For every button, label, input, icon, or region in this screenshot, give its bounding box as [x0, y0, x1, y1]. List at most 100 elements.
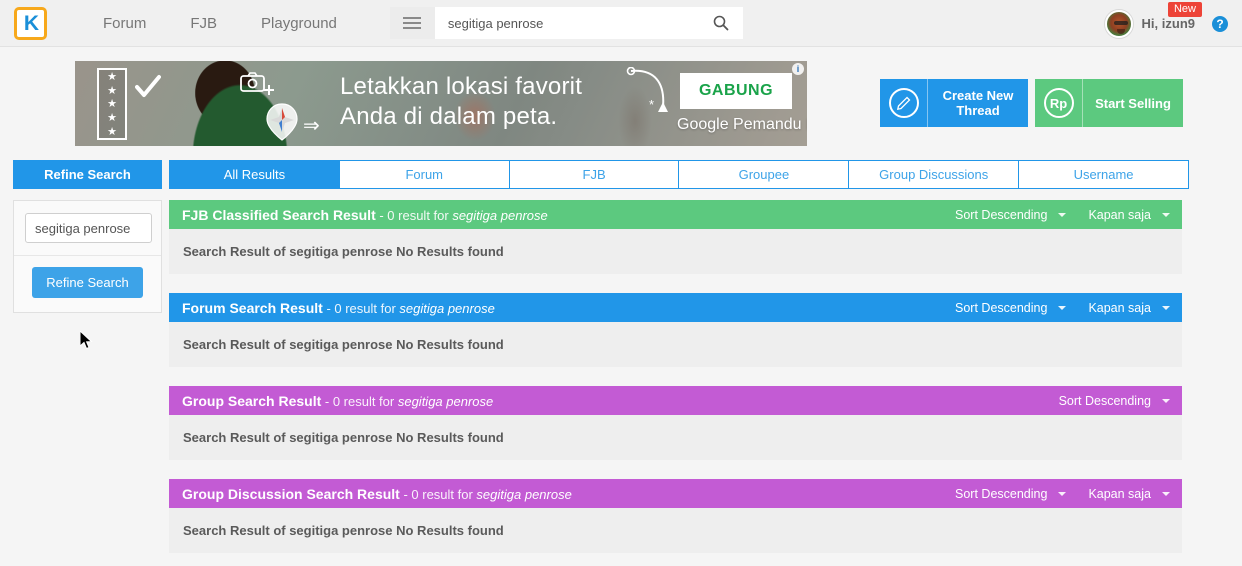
logo-letter: K [23, 11, 39, 35]
result-section-group: Group Search Result - 0 result for segit… [169, 386, 1182, 460]
refine-search-panel: Refine Search [13, 200, 162, 313]
banner-headline-1: Letakkan lokasi favorit [340, 73, 583, 100]
create-new-thread-label: Create New Thread [942, 88, 1014, 118]
result-subtitle: - 0 result for [322, 300, 400, 316]
result-empty-message: Search Result of segitiga penrose No Res… [169, 415, 1182, 460]
result-title: FJB Classified Search Result [182, 206, 376, 223]
sort-dropdown-label: Sort Descending [1058, 393, 1151, 408]
create-new-thread-button[interactable]: Create New Thread [880, 79, 1028, 127]
result-title: Group Discussion Search Result [182, 485, 400, 502]
stars-rating-icon: ★ ★ ★ ★ ★ [97, 68, 127, 140]
time-dropdown-label: Kapan saja [1088, 300, 1151, 315]
result-empty-message: Search Result of segitiga penrose No Res… [169, 229, 1182, 274]
search-input[interactable] [434, 15, 690, 31]
result-empty-message: Search Result of segitiga penrose No Res… [169, 508, 1182, 553]
nav-fjb[interactable]: FJB [168, 15, 239, 32]
help-icon[interactable]: ? [1212, 15, 1228, 32]
sort-dropdown-label: Sort Descending [955, 486, 1048, 501]
tab-username[interactable]: Username [1019, 161, 1188, 188]
chevron-down-icon [1058, 212, 1067, 217]
hamburger-icon[interactable] [389, 7, 435, 39]
nav-playground[interactable]: Playground [239, 15, 359, 32]
tab-group-discussions[interactable]: Group Discussions [849, 161, 1020, 188]
result-controls: Sort Descending [1037, 394, 1170, 408]
tab-groupee[interactable]: Groupee [679, 161, 850, 188]
avatar[interactable] [1104, 9, 1133, 38]
time-dropdown[interactable]: Kapan saja [1088, 301, 1170, 315]
result-query: segitiga penrose [452, 207, 548, 223]
result-section-forum: Forum Search Result - 0 result for segit… [169, 293, 1182, 367]
result-header-text: Group Discussion Search Result - 0 resul… [182, 486, 572, 502]
sort-dropdown-label: Sort Descending [955, 300, 1048, 315]
arrow-right-icon: ⇒ [303, 115, 320, 137]
search-bar [389, 7, 743, 39]
result-query: segitiga penrose [397, 393, 494, 409]
pencil-icon [880, 79, 928, 127]
result-section-group-discussion: Group Discussion Search Result - 0 resul… [169, 479, 1182, 553]
sort-dropdown[interactable]: Sort Descending [955, 486, 1067, 501]
sort-dropdown[interactable]: Sort Descending [955, 300, 1067, 315]
search-field [434, 7, 743, 39]
chevron-down-icon [1162, 491, 1170, 496]
ad-banner[interactable]: ★ ★ ★ ★ ★ ⇒ Letakkan lokasi favorit Anda di … [75, 61, 807, 146]
nav-forum[interactable]: Forum [81, 15, 168, 32]
result-controls: Sort Descending Kapan saja [933, 208, 1170, 222]
result-title: Forum Search Result [182, 299, 323, 316]
banner-headline-2: Anda di dalam peta. [340, 103, 558, 130]
chevron-down-icon [1162, 212, 1170, 217]
refine-button-row: Refine Search [14, 256, 161, 312]
result-query: segitiga penrose [476, 486, 572, 502]
time-dropdown[interactable]: Kapan saja [1088, 487, 1170, 501]
new-badge: New [1167, 2, 1202, 17]
svg-text:*: * [649, 97, 654, 112]
banner-brand-label: Google Pemandu Lokal [677, 116, 807, 133]
result-query: segitiga penrose [399, 300, 495, 316]
kaskus-logo[interactable]: K [14, 6, 47, 40]
ad-choices-info-icon[interactable]: i [792, 63, 804, 75]
result-title: Group Search Result [182, 392, 322, 409]
chevron-down-icon [1058, 305, 1067, 310]
chevron-down-icon [1162, 305, 1170, 310]
time-dropdown[interactable]: Kapan saja [1088, 208, 1170, 222]
result-header: Group Search Result - 0 result for segit… [169, 386, 1182, 415]
start-selling-button[interactable]: Rp Start Selling [1035, 79, 1183, 127]
time-dropdown-label: Kapan saja [1088, 486, 1151, 501]
chevron-down-icon [1162, 398, 1170, 403]
result-subtitle: - 0 result for [399, 486, 477, 502]
sort-dropdown[interactable]: Sort Descending [1059, 394, 1170, 408]
result-tabs: All Results Forum FJB Groupee Group Disc… [169, 160, 1189, 189]
sort-dropdown-label: Sort Descending [955, 207, 1048, 222]
result-header: FJB Classified Search Result - 0 result … [169, 200, 1182, 229]
tab-fjb[interactable]: FJB [510, 161, 680, 188]
tab-all-results[interactable]: All Results [170, 161, 340, 188]
result-header: Group Discussion Search Result - 0 resul… [169, 479, 1182, 508]
result-header-text: Forum Search Result - 0 result for segit… [182, 300, 495, 316]
result-subtitle: - 0 result for [321, 393, 398, 409]
gabung-button[interactable]: GABUNG [680, 73, 792, 109]
refine-search-input[interactable] [25, 213, 152, 243]
results-list: FJB Classified Search Result - 0 result … [169, 200, 1182, 566]
sort-dropdown[interactable]: Sort Descending [955, 207, 1067, 222]
refine-search-tab[interactable]: Refine Search [13, 160, 162, 189]
refine-search-button[interactable]: Refine Search [32, 267, 143, 298]
mouse-cursor [80, 331, 93, 350]
result-controls: Sort Descending Kapan saja [933, 301, 1170, 315]
tab-forum[interactable]: Forum [340, 161, 510, 188]
search-icon[interactable] [707, 7, 735, 39]
site-header: K Forum FJB Playground H [0, 0, 1242, 47]
result-header-text: FJB Classified Search Result - 0 result … [182, 207, 548, 223]
result-controls: Sort Descending Kapan saja [933, 487, 1170, 501]
rp-icon: Rp [1035, 79, 1083, 127]
result-header: Forum Search Result - 0 result for segit… [169, 293, 1182, 322]
result-empty-message: Search Result of segitiga penrose No Res… [169, 322, 1182, 367]
chevron-down-icon [1058, 491, 1067, 496]
refine-input-row [14, 201, 161, 256]
user-greeting[interactable]: Hi, izun9 [1142, 16, 1195, 31]
camera-plus-icon [240, 72, 274, 95]
result-header-text: Group Search Result - 0 result for segit… [182, 393, 493, 409]
time-dropdown-label: Kapan saja [1088, 207, 1151, 222]
map-pin-icon [266, 103, 298, 141]
start-selling-label: Start Selling [1095, 95, 1171, 111]
result-subtitle: - 0 result for [375, 207, 453, 223]
user-area: Hi, izun9 New ? [1104, 0, 1228, 47]
